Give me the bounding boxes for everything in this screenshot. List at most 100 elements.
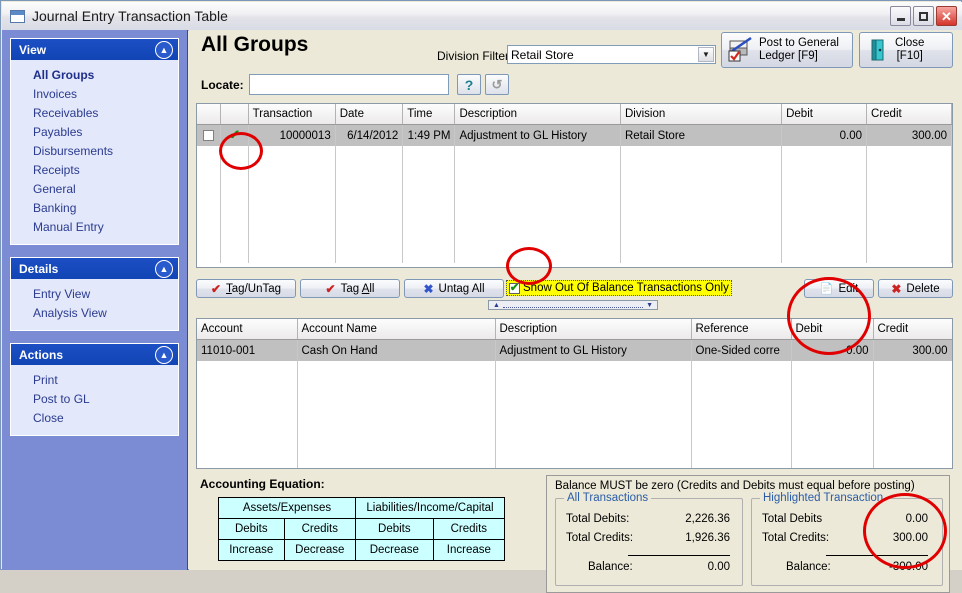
close-button-line1: Close: [895, 37, 925, 49]
chevron-up-icon[interactable]: ▲: [155, 260, 173, 278]
all-divider: [628, 555, 730, 556]
sidebar-section-view-body: All Groups Invoices Receivables Payables…: [11, 60, 178, 244]
refresh-button[interactable]: ↺: [485, 74, 509, 95]
col-debit[interactable]: Debit: [791, 319, 874, 340]
minimize-button[interactable]: [890, 6, 911, 26]
minimize-icon: [896, 18, 905, 21]
table-header-row: Transaction Date Time Description Divisi…: [197, 104, 952, 125]
all-balance-label: Balance:: [588, 561, 633, 573]
equation-effect-3: Increase: [432, 539, 506, 561]
maximize-button[interactable]: [913, 6, 934, 26]
division-filter-label: Division Filter:: [437, 49, 513, 63]
sidebar-item-disbursements[interactable]: Disbursements: [11, 142, 178, 161]
sidebar-item-print[interactable]: Print: [11, 371, 178, 390]
col-time[interactable]: Time: [402, 104, 456, 125]
row-debit: 0.00: [791, 339, 874, 361]
edit-label: Edit: [838, 282, 859, 295]
checkbox-checked-icon: ✔: [509, 281, 520, 294]
equation-effect-2: Decrease: [355, 539, 434, 561]
untag-all-button[interactable]: ✖ Untag All: [404, 279, 504, 298]
sidebar-section-actions-header[interactable]: Actions ▲: [11, 344, 178, 365]
close-button[interactable]: ✕: [936, 6, 957, 26]
sidebar-item-receivables[interactable]: Receivables: [11, 104, 178, 123]
close-f10-button[interactable]: Close [F10]: [859, 32, 953, 68]
row-debit: 0.00: [781, 124, 868, 146]
hl-total-debits-value: 0.00: [905, 513, 928, 525]
all-total-credits-label: Total Credits:: [566, 532, 634, 544]
splitter-handle[interactable]: ▲ ▼: [488, 300, 658, 310]
post-to-general-ledger-button[interactable]: Post to General Ledger [F9]: [721, 32, 853, 68]
col-transaction[interactable]: Transaction: [248, 104, 336, 125]
chevron-up-icon[interactable]: ▲: [155, 41, 173, 59]
sidebar-section-view: View ▲ All Groups Invoices Receivables P…: [10, 38, 179, 245]
sidebar-item-invoices[interactable]: Invoices: [11, 85, 178, 104]
row-transaction: 10000013: [248, 124, 336, 146]
table-row[interactable]: ✔ 10000013 6/14/2012 1:49 PM Adjustment …: [197, 124, 952, 146]
table-header-row: Account Account Name Description Referen…: [197, 319, 952, 340]
col-division[interactable]: Division: [620, 104, 783, 125]
sidebar-section-actions-title: Actions: [19, 347, 64, 362]
col-date[interactable]: Date: [335, 104, 404, 125]
col-debit[interactable]: Debit: [781, 104, 868, 125]
delete-label: Delete: [906, 282, 940, 295]
col-credit[interactable]: Credit: [873, 319, 952, 340]
detail-grid[interactable]: Account Account Name Description Referen…: [196, 318, 953, 469]
splitter-up-icon[interactable]: ▲: [493, 302, 500, 309]
sidebar-item-manual-entry[interactable]: Manual Entry: [11, 218, 178, 237]
col-description[interactable]: Description: [495, 319, 692, 340]
splitter-down-icon[interactable]: ▼: [646, 302, 653, 309]
sidebar-item-general[interactable]: General: [11, 180, 178, 199]
chevron-down-icon[interactable]: ▼: [698, 47, 714, 62]
sidebar-item-post-to-gl[interactable]: Post to GL: [11, 390, 178, 409]
sidebar-section-details-body: Entry View Analysis View: [11, 279, 178, 330]
sidebar-section-details-header[interactable]: Details ▲: [11, 258, 178, 279]
locate-input[interactable]: [249, 74, 449, 95]
equation-sub-0: Debits: [218, 518, 285, 540]
window-title: Journal Entry Transaction Table: [32, 8, 228, 24]
sidebar-item-banking[interactable]: Banking: [11, 199, 178, 218]
col-tagmark[interactable]: [220, 104, 249, 125]
edit-button[interactable]: 📄 Edit: [804, 279, 874, 298]
hl-divider: [826, 555, 928, 556]
close-button-line2: [F10]: [896, 50, 923, 62]
sidebar-section-actions-body: Print Post to GL Close: [11, 365, 178, 435]
grid-splitter[interactable]: ▲ ▼: [196, 299, 953, 311]
hl-balance-label: Balance:: [786, 561, 831, 573]
sidebar-item-all-groups[interactable]: All Groups: [11, 66, 178, 85]
sidebar-item-entry-view[interactable]: Entry View: [11, 285, 178, 304]
transactions-grid[interactable]: Transaction Date Time Description Divisi…: [196, 103, 953, 268]
question-mark-icon: ?: [464, 76, 474, 93]
sidebar-item-payables[interactable]: Payables: [11, 123, 178, 142]
sidebar-section-actions: Actions ▲ Print Post to GL Close: [10, 343, 179, 436]
sidebar-item-close[interactable]: Close: [11, 409, 178, 428]
help-button[interactable]: ?: [457, 74, 481, 95]
page-header: All Groups Division Filter: Retail Store…: [189, 30, 962, 70]
tag-untag-button[interactable]: ✔ Tag/UnTag: [196, 279, 296, 298]
balance-panel: Balance MUST be zero (Credits and Debits…: [546, 475, 950, 593]
table-row[interactable]: 11010-001 Cash On Hand Adjustment to GL …: [197, 339, 952, 361]
highlighted-transaction-legend: Highlighted Transaction: [760, 492, 887, 504]
sidebar-item-receipts[interactable]: Receipts: [11, 161, 178, 180]
col-account-name[interactable]: Account Name: [297, 319, 496, 340]
chevron-up-icon[interactable]: ▲: [155, 346, 173, 364]
transactions-table: Transaction Date Time Description Divisi…: [197, 104, 952, 263]
delete-button[interactable]: ✖ Delete: [878, 279, 953, 298]
document-icon: 📄: [819, 283, 834, 295]
sidebar-item-analysis-view[interactable]: Analysis View: [11, 304, 178, 323]
tag-all-button[interactable]: ✔ Tag All: [300, 279, 400, 298]
col-description[interactable]: Description: [454, 104, 621, 125]
row-credit: 300.00: [866, 124, 952, 146]
hl-balance-value: -300.00: [888, 561, 928, 573]
equation-effect-0: Increase: [218, 539, 285, 561]
col-account[interactable]: Account: [197, 319, 298, 340]
col-credit[interactable]: Credit: [866, 104, 952, 125]
window-controls: ✕: [890, 6, 957, 26]
col-reference[interactable]: Reference: [691, 319, 792, 340]
show-out-of-balance-checkbox[interactable]: ✔ Show Out Of Balance Transactions Only: [506, 280, 732, 296]
col-tagbox[interactable]: [197, 104, 222, 125]
sidebar-section-view-header[interactable]: View ▲: [11, 39, 178, 60]
row-tag-checkbox[interactable]: [197, 124, 222, 146]
division-filter-select[interactable]: Retail Store ▼: [507, 45, 716, 64]
locate-label: Locate:: [201, 78, 244, 92]
row-division: Retail Store: [620, 124, 783, 146]
